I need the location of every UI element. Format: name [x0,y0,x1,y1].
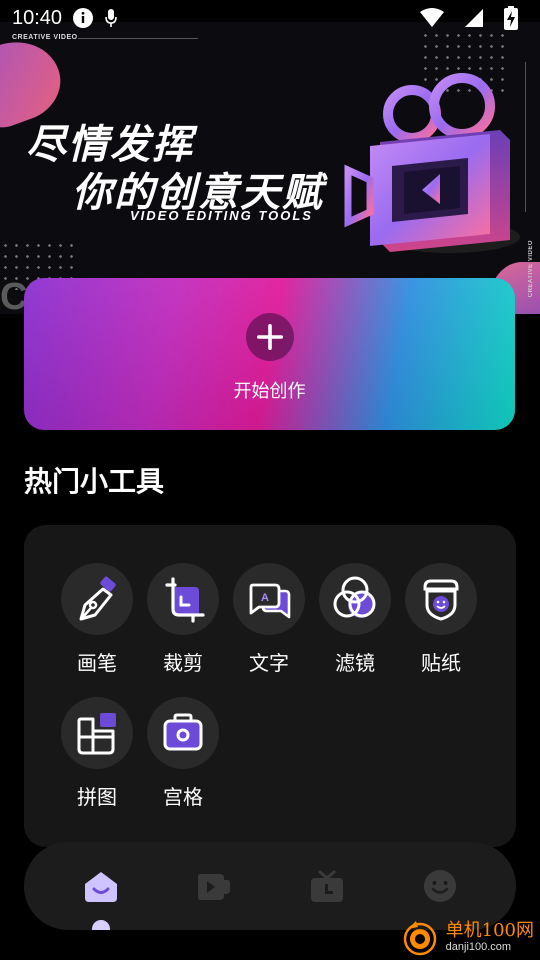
home-icon [84,872,117,902]
tool-crop[interactable]: 裁剪 [146,563,220,676]
collage-icon [61,697,133,769]
watermark: 单机100网 danji100.com [390,914,540,960]
nav-video[interactable] [184,856,244,916]
tool-grid[interactable]: 宫格 [146,697,220,810]
tool-filter[interactable]: 滤镜 [318,563,392,676]
active-indicator [91,920,110,930]
watermark-url: danji100.com [445,941,512,953]
sticker-icon [405,563,477,635]
text-bubble-icon: A [233,563,305,635]
start-creating-label: 开始创作 [233,381,306,402]
brush-pen-icon [61,563,133,635]
smiley-icon [423,870,456,902]
wifi-icon [420,8,444,28]
status-time: 10:40 [12,6,63,29]
nav-profile[interactable] [410,856,470,916]
watermark-title: 单机100网 [445,920,534,941]
tool-collage[interactable]: 拼图 [60,697,134,810]
status-bar: 10:40 [0,0,540,36]
tool-brush[interactable]: 画笔 [60,563,134,676]
battery-charging-icon [504,6,518,30]
video-play-icon [197,874,230,900]
tool-label: 裁剪 [163,651,203,675]
nav-tv[interactable] [297,856,357,916]
start-creating-button[interactable]: 开始创作 [24,278,515,430]
grid-camera-icon [147,697,219,769]
promo-banner[interactable]: CREATIVE VIDEO CREATIVE VIDEO 尽情发挥 你的创意天… [0,22,540,314]
tool-label: 画笔 [77,651,117,675]
mic-icon [104,8,118,28]
divider [78,38,198,39]
tool-text[interactable]: A 文字 [232,563,306,676]
section-title: 热门小工具 [24,465,165,498]
signal-icon [464,8,484,28]
banner-subtitle: VIDEO EDITING TOOLS [130,208,313,223]
tool-label: 宫格 [163,785,203,809]
watermark-logo [403,921,436,956]
tool-label: 文字 [249,651,289,675]
crop-icon [147,563,219,635]
plus-icon [245,313,294,361]
tool-label: 贴纸 [421,651,461,675]
filter-circles-icon [319,563,391,635]
tools-panel: 画笔 裁剪 A 文字 滤镜 贴纸 拼图 宫格 [24,525,516,847]
tool-sticker[interactable]: 贴纸 [404,563,478,676]
svg-text:A: A [261,592,269,604]
tool-label: 滤镜 [335,651,375,675]
tool-label: 拼图 [77,785,117,809]
info-icon [72,7,94,29]
nav-home[interactable] [71,856,131,930]
tv-icon [310,870,343,902]
video-camera-3d-icon [344,73,520,253]
